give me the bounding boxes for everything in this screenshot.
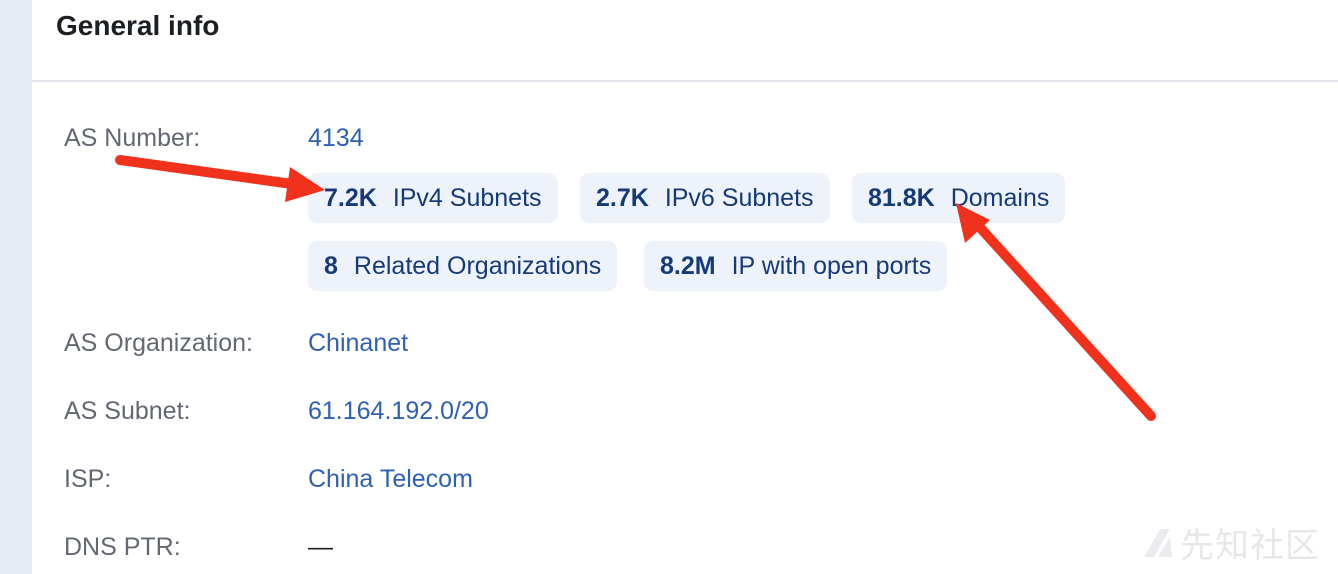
chip-label: IPv6 Subnets [664,183,814,212]
chip-domains[interactable]: 81.8K Domains [852,173,1066,223]
chip-ipv6-subnets[interactable]: 2.7K IPv6 Subnets [580,173,830,223]
panel-header: General info [32,0,1338,82]
chip-count: 81.8K [868,183,935,212]
left-rail [0,0,32,574]
as-subnet-label: AS Subnet: [64,397,191,425]
chip-label: IP with open ports [731,251,932,280]
as-number-label: AS Number: [64,124,201,152]
chip-count: 7.2K [324,183,377,212]
isp-link[interactable]: China Telecom [308,463,473,495]
panel-title: General info [56,10,220,41]
watermark: 先知社区 [1140,518,1320,567]
watermark-text: 先知社区 [1180,526,1320,566]
chip-ip-open-ports[interactable]: 8.2M IP with open ports [644,241,948,291]
chip-label: Domains [950,183,1050,212]
isp-label: ISP: [64,465,112,493]
chip-ipv4-subnets[interactable]: 7.2K IPv4 Subnets [308,173,558,223]
chip-count: 8 [324,251,338,280]
chip-label: Related Organizations [353,251,602,280]
as-organization-label: AS Organization: [64,329,253,357]
general-info-panel: General info AS Number: 4134 7.2K IPv4 S… [32,0,1338,574]
dns-ptr-label: DNS PTR: [64,533,181,561]
chip-count: 2.7K [596,183,649,212]
chip-label: IPv4 Subnets [392,183,542,212]
as-subnet-link[interactable]: 61.164.192.0/20 [308,395,489,427]
chip-related-organizations[interactable]: 8 Related Organizations [308,241,618,291]
as-organization-link[interactable]: Chinanet [308,327,408,359]
chip-count: 8.2M [660,251,716,280]
page: General info AS Number: 4134 7.2K IPv4 S… [0,0,1338,574]
dns-ptr-value: — [308,533,333,561]
watermark-logo-icon [1144,528,1172,557]
as-number-link[interactable]: 4134 [308,122,364,154]
